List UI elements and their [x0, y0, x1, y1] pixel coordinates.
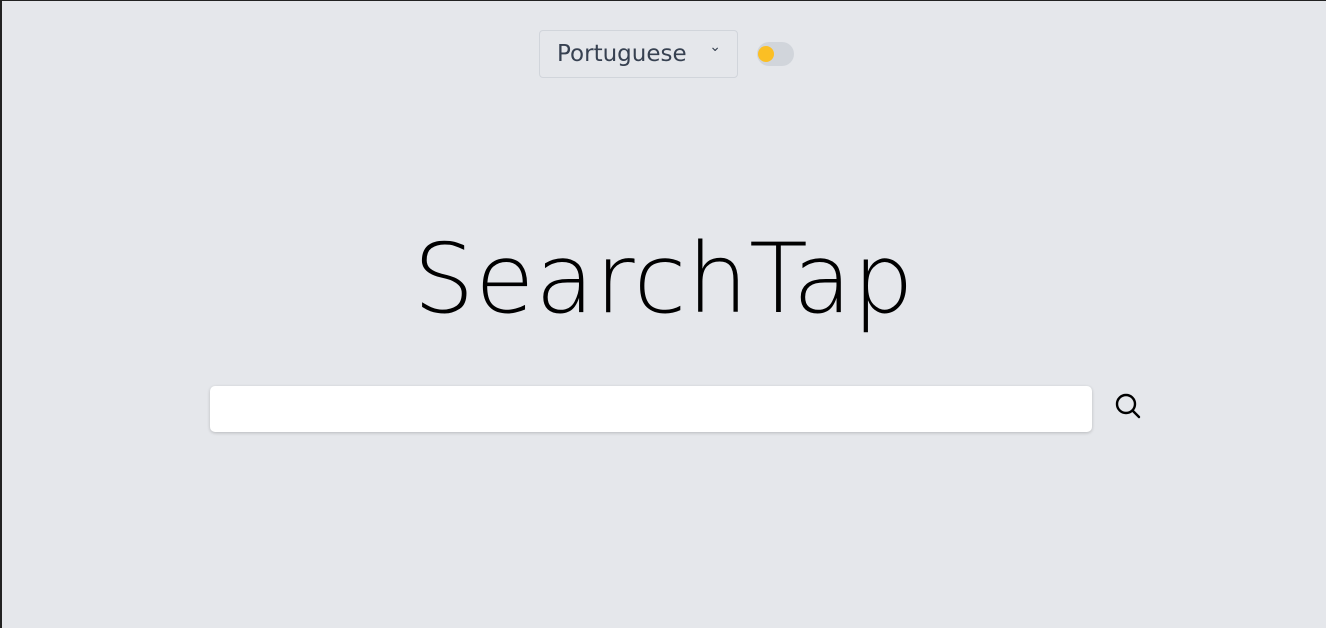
chevron-down-icon: ⌄ [709, 39, 721, 55]
theme-toggle[interactable] [757, 42, 794, 66]
search-icon [1115, 393, 1141, 419]
logo-title: SearchTap [413, 223, 915, 335]
language-select[interactable]: Portuguese ⌄ [539, 30, 738, 78]
language-select-value: Portuguese [557, 41, 687, 67]
search-input[interactable] [210, 386, 1092, 432]
toggle-knob [758, 46, 774, 62]
search-button[interactable] [1113, 391, 1143, 421]
